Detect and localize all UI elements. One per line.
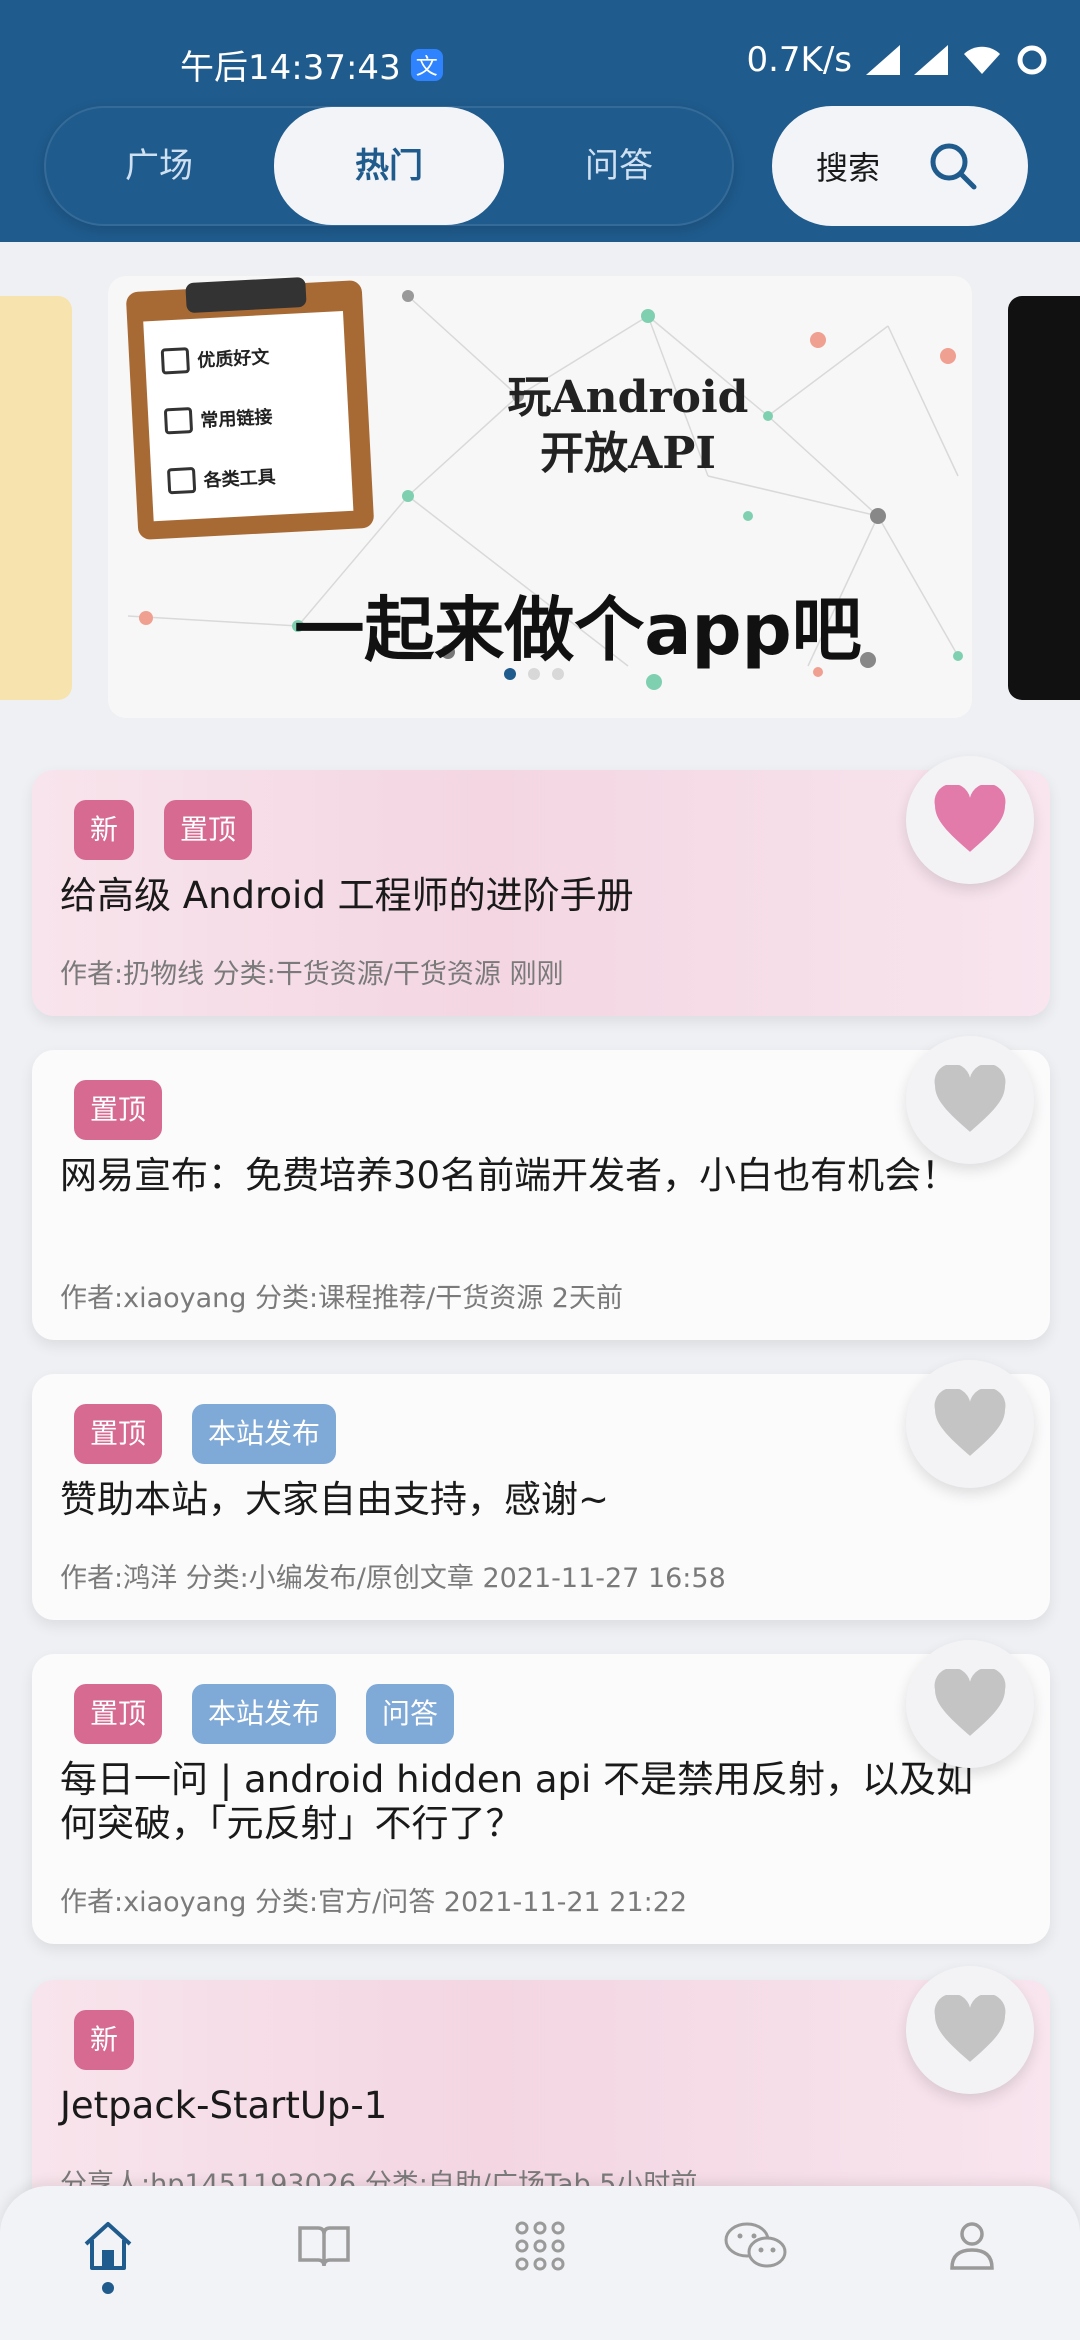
status-bar: 午后14:37:43 文 0.7K/s [0,28,1080,88]
wechat-icon [724,2222,787,2268]
banner-title: 玩Android 开放API [507,372,749,479]
check-icon [160,347,190,375]
article-card[interactable]: 置顶 本站发布 赞助本站，大家自由支持，感谢~ 作者:鸿洋 分类:小编发布/原创… [32,1360,1050,1620]
search-label: 搜索 [816,149,881,187]
nav-book[interactable] [264,2220,384,2272]
clipboard-illustration: 优质好文 常用链接 各类工具 [125,276,375,541]
network-speed: 0.7K/s [746,40,852,80]
check-icon [163,407,194,435]
checklist-item: 常用链接 [163,403,273,435]
article-meta: 作者:扔物线 分类:干货资源/干货资源 刚刚 [60,959,564,990]
favorite-button[interactable] [906,756,1034,884]
favorite-button[interactable] [906,1360,1034,1488]
tag-pinned: 置顶 [164,800,253,860]
tag-group: 置顶 [74,1080,163,1140]
tag-qa: 问答 [366,1684,455,1744]
tag-group: 置顶 本站发布 问答 [74,1684,455,1744]
heart-icon [934,1065,1006,1132]
battery-ring-icon [1017,45,1047,75]
search-icon [930,143,977,190]
article-card[interactable]: 新 置顶 给高级 Android 工程师的进阶手册 作者:扔物线 分类:干货资源… [32,756,1050,1016]
heart-icon [934,1389,1006,1456]
checklist-item: 优质好文 [160,343,270,375]
tag-pinned: 置顶 [74,1684,163,1744]
carousel-dot [528,668,540,680]
article-meta: 作者:xiaoyang 分类:课程推荐/干货资源 2天前 [60,1283,623,1314]
category-tabs: 广场 热门 问答 [44,106,734,226]
banner-carousel[interactable]: 优质好文 常用链接 各类工具 玩Android 开放API 一起来做个app吧 [108,276,972,718]
tag-group: 置顶 本站发布 [74,1404,337,1464]
favorite-button[interactable] [906,1640,1034,1768]
article-title: Jetpack-StartUp-1 [60,2084,388,2127]
article-title: 每日一问 | android hidden api 不是禁用反射，以及如何突破，… [60,1758,974,1845]
carousel-dot [504,668,516,680]
tag-group: 新 [74,2010,135,2070]
grid-icon [515,2221,565,2271]
article-card[interactable]: 置顶 网易宣布：免费培养30名前端开发者，小白也有机会！ 作者:xiaoyang… [32,1036,1050,1340]
article-meta: 作者:xiaoyang 分类:官方/问答 2021-11-21 21:22 [60,1887,688,1918]
favorite-button[interactable] [906,1036,1034,1164]
app-header: 午后14:37:43 文 0.7K/s 广场 热门 问答 搜索 [0,0,1080,242]
tag-site-release: 本站发布 [192,1684,337,1744]
tag-new: 新 [74,800,135,860]
status-time: 午后14:37:43 [180,48,401,88]
heart-icon [934,1995,1006,2062]
signal-icon [866,45,900,75]
status-right-group: 0.7K/s [746,40,1048,80]
home-icon [84,2222,132,2270]
article-title: 赞助本站，大家自由支持，感谢~ [60,1478,610,1521]
carousel-indicator [504,668,564,680]
heart-icon [934,785,1006,852]
article-meta: 作者:鸿洋 分类:小编发布/原创文章 2021-11-27 16:58 [60,1563,726,1594]
nav-home[interactable] [48,2220,168,2294]
favorite-button[interactable] [906,1966,1034,2094]
tag-group: 新 置顶 [74,800,253,860]
tab-hot[interactable]: 热门 [274,107,504,225]
checklist-item: 各类工具 [166,463,276,495]
banner-slogan: 一起来做个app吧 [294,589,862,671]
nav-wechat[interactable] [696,2220,816,2272]
banner-next-peek[interactable] [1008,296,1080,700]
carousel-dot [552,668,564,680]
clipboard-clip [185,276,307,314]
profile-icon [950,2222,994,2270]
article-card[interactable]: 置顶 本站发布 问答 每日一问 | android hidden api 不是禁… [32,1640,1050,1944]
nav-active-dot [102,2282,114,2294]
tag-pinned: 置顶 [74,1080,163,1140]
tag-pinned: 置顶 [74,1404,163,1464]
article-title: 给高级 Android 工程师的进阶手册 [60,874,634,917]
nav-profile[interactable] [912,2220,1032,2272]
status-app-icon: 文 [410,48,443,81]
wifi-icon [964,46,1000,74]
signal-icon-2 [914,45,948,75]
article-title: 网易宣布：免费培养30名前端开发者，小白也有机会！ [60,1154,959,1197]
tab-qa[interactable]: 问答 [504,107,734,225]
tag-site-release: 本站发布 [192,1404,337,1464]
check-icon [166,466,197,495]
bottom-navigation [0,2186,1080,2340]
book-icon [298,2226,350,2267]
tag-new: 新 [74,2010,135,2070]
status-time-group: 午后14:37:43 文 [180,40,443,89]
search-button[interactable]: 搜索 [772,106,1028,226]
nav-grid[interactable] [480,2220,600,2272]
heart-icon [934,1669,1006,1736]
tab-square[interactable]: 广场 [44,107,274,225]
banner-prev-peek[interactable] [0,296,72,700]
